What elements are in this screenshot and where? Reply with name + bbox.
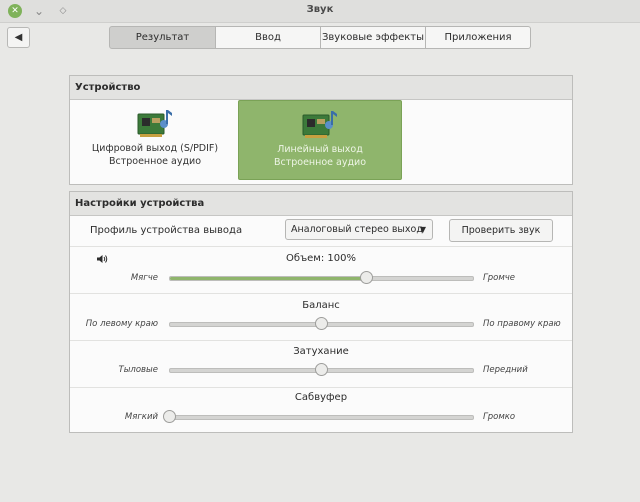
tab-output[interactable]: Результат <box>109 26 216 49</box>
device-name: Линейный выход <box>277 144 363 155</box>
fade-slider-handle[interactable] <box>314 363 328 376</box>
back-arrow-icon: ◀ <box>14 32 23 43</box>
volume-title: Объем: 100% <box>286 253 356 264</box>
fade-title: Затухание <box>293 346 349 357</box>
device-item-line-out[interactable]: Линейный выход Встроенное аудио <box>238 100 402 180</box>
row-divider <box>70 387 572 388</box>
device-section: Устройство Цифровой выход (S/PDIF) Встро… <box>69 75 573 185</box>
subwoofer-left-label: Мягкий <box>124 412 158 422</box>
test-sound-button[interactable]: Проверить звук <box>449 219 553 242</box>
row-divider <box>70 246 572 247</box>
output-profile-value: Аналоговый стерео выход <box>291 224 423 235</box>
tab-bar: Результат Ввод Звуковые эффекты Приложен… <box>109 26 531 49</box>
output-profile-dropdown[interactable]: Аналоговый стерео выход ▼ <box>285 219 433 240</box>
device-name: Цифровой выход (S/PDIF) <box>91 143 219 154</box>
settings-section-header: Настройки устройства <box>70 192 572 216</box>
volume-slider-handle[interactable] <box>359 271 373 284</box>
subwoofer-right-label: Громко <box>483 412 516 422</box>
device-subtitle: Встроенное аудио <box>273 157 367 168</box>
balance-title: Баланс <box>302 300 340 311</box>
balance-right-label: По правому краю <box>483 319 561 329</box>
volume-slider-fill <box>170 277 367 280</box>
balance-slider-handle[interactable] <box>314 317 328 330</box>
fade-left-label: Тыловые <box>118 365 159 375</box>
window-title: Звук <box>306 4 334 15</box>
device-subtitle: Встроенное аудио <box>108 156 202 167</box>
fade-right-label: Передний <box>483 365 528 375</box>
volume-right-label: Громче <box>483 273 515 283</box>
audio-card-icon <box>137 110 172 137</box>
balance-left-label: По левому краю <box>85 319 158 329</box>
back-button[interactable]: ◀ <box>7 27 30 48</box>
title-bar: ✕ ⌄ ◇ Звук <box>0 0 640 23</box>
device-item-spdif[interactable]: Цифровой выход (S/PDIF) Встроенное аудио <box>74 100 236 178</box>
device-settings-section: Настройки устройства Профиль устройства … <box>69 191 573 433</box>
device-section-header: Устройство <box>70 76 572 100</box>
tab-applications[interactable]: Приложения <box>426 26 531 49</box>
audio-card-icon <box>302 111 337 138</box>
subwoofer-title: Сабвуфер <box>294 392 348 403</box>
subwoofer-slider-handle[interactable] <box>163 410 176 423</box>
dropdown-arrow-icon: ▼ <box>419 225 426 234</box>
subwoofer-slider[interactable] <box>163 410 474 423</box>
volume-slider[interactable] <box>169 271 474 284</box>
output-profile-label: Профиль устройства вывода <box>90 225 243 236</box>
row-divider <box>70 293 572 294</box>
row-divider <box>70 340 572 341</box>
tab-sound-effects[interactable]: Звуковые эффекты <box>321 26 426 49</box>
balance-slider[interactable] <box>169 317 474 330</box>
tab-input[interactable]: Ввод <box>216 26 321 49</box>
fade-slider[interactable] <box>169 363 474 376</box>
volume-left-label: Мягче <box>130 273 158 283</box>
